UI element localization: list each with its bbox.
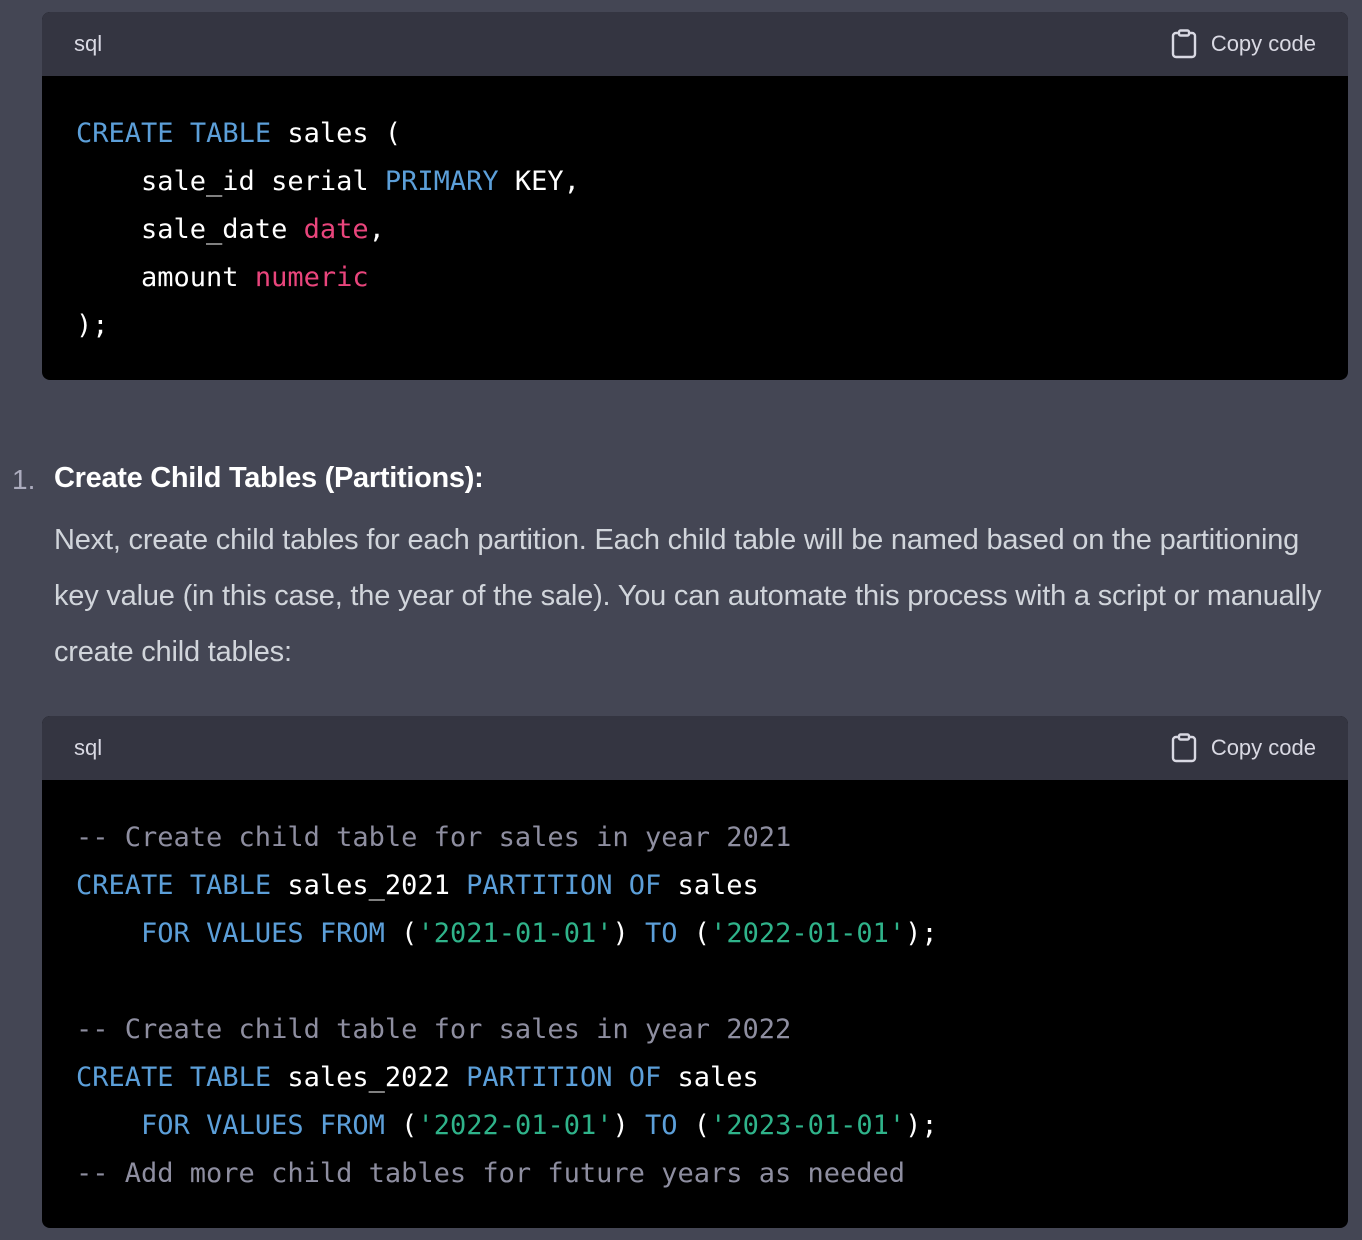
- code-token: TABLE: [189, 1062, 272, 1093]
- code-token: FOR: [141, 1110, 190, 1141]
- code-line: -- Create child table for sales in year …: [76, 1006, 1314, 1054]
- code-token: PARTITION: [466, 1062, 613, 1093]
- code-token: );: [905, 1110, 938, 1141]
- code-block-header: sql Copy code: [42, 716, 1348, 780]
- code-line: amount numeric: [76, 254, 1314, 302]
- code-body: CREATE TABLE sales ( sale_id serial PRIM…: [42, 76, 1348, 380]
- code-token: ): [612, 1110, 646, 1141]
- copy-code-label: Copy code: [1210, 31, 1316, 56]
- code-line: FOR VALUES FROM ('2021-01-01') TO ('2022…: [76, 910, 1314, 958]
- code-token: OF: [628, 870, 662, 901]
- code-line: CREATE TABLE sales_2022 PARTITION OF sal…: [76, 1054, 1314, 1102]
- code-token: FROM: [319, 918, 385, 949]
- code-token: sales_2021: [271, 870, 467, 901]
- code-token: sales_2022: [271, 1062, 467, 1093]
- code-token: amount: [76, 262, 255, 293]
- code-line: FOR VALUES FROM ('2022-01-01') TO ('2023…: [76, 1102, 1314, 1150]
- code-token: sale_date: [76, 214, 304, 245]
- code-token: TABLE: [189, 118, 272, 149]
- code-token: sale_id serial: [76, 166, 385, 197]
- code-token: -- Add more child tables for future year…: [76, 1158, 906, 1189]
- code-token: (: [384, 918, 418, 949]
- code-token: (: [677, 918, 711, 949]
- code-token: '2022-01-01': [710, 918, 906, 949]
- copy-code-label: Copy code: [1210, 735, 1316, 760]
- code-token: sales: [661, 870, 759, 901]
- code-token: );: [76, 310, 109, 341]
- code-token: PARTITION: [466, 870, 613, 901]
- code-line: sale_date date,: [76, 206, 1314, 254]
- code-token: FOR: [141, 918, 190, 949]
- code-line: );: [76, 302, 1314, 350]
- code-token: VALUES: [206, 918, 304, 949]
- code-token: TABLE: [189, 870, 272, 901]
- code-token: TO: [645, 1110, 678, 1141]
- code-token: date: [303, 214, 369, 245]
- copy-code-button[interactable]: Copy code: [1171, 733, 1316, 763]
- code-body: -- Create child table for sales in year …: [42, 780, 1348, 1228]
- code-token: numeric: [254, 262, 369, 293]
- code-language-label: sql: [74, 735, 103, 760]
- code-token: VALUES: [206, 1110, 304, 1141]
- code-token: ,: [368, 214, 385, 245]
- code-token: (: [677, 1110, 711, 1141]
- code-line: CREATE TABLE sales_2021 PARTITION OF sal…: [76, 862, 1314, 910]
- code-token: FROM: [319, 1110, 385, 1141]
- code-token: '2022-01-01': [417, 1110, 613, 1141]
- code-token: );: [905, 918, 938, 949]
- code-token: sales: [661, 1062, 759, 1093]
- list-number: 1.: [12, 464, 36, 495]
- code-block-create-table: sql Copy code CREATE TABLE sales ( sale_…: [42, 12, 1348, 380]
- code-token: CREATE: [76, 1062, 174, 1093]
- code-token: '2021-01-01': [417, 918, 613, 949]
- list-item-title: Create Child Tables (Partitions):: [54, 462, 484, 494]
- code-token: CREATE: [76, 870, 174, 901]
- code-block-create-partitions: sql Copy code -- Create child table for …: [42, 716, 1348, 1228]
- code-line: CREATE TABLE sales (: [76, 110, 1314, 158]
- code-token: PRIMARY: [384, 166, 499, 197]
- code-token: KEY,: [498, 166, 580, 197]
- code-token: ): [612, 918, 646, 949]
- code-token: CREATE: [76, 118, 174, 149]
- code-token: sales (: [271, 118, 402, 149]
- code-token: -- Create child table for sales in year …: [76, 1014, 792, 1045]
- code-token: (: [384, 1110, 418, 1141]
- clipboard-icon: [1171, 29, 1197, 59]
- list-item-description: Next, create child tables for each parti…: [54, 524, 1322, 668]
- clipboard-icon: [1171, 733, 1197, 763]
- code-token: TO: [645, 918, 678, 949]
- code-line: -- Create child table for sales in year …: [76, 814, 1314, 862]
- code-token: OF: [628, 1062, 662, 1093]
- code-line: -- Add more child tables for future year…: [76, 1150, 1314, 1198]
- code-line: sale_id serial PRIMARY KEY,: [76, 158, 1314, 206]
- copy-code-button[interactable]: Copy code: [1171, 29, 1316, 59]
- code-language-label: sql: [74, 31, 103, 56]
- code-token: '2023-01-01': [710, 1110, 906, 1141]
- code-token: -- Create child table for sales in year …: [76, 822, 792, 853]
- code-block-header: sql Copy code: [42, 12, 1348, 76]
